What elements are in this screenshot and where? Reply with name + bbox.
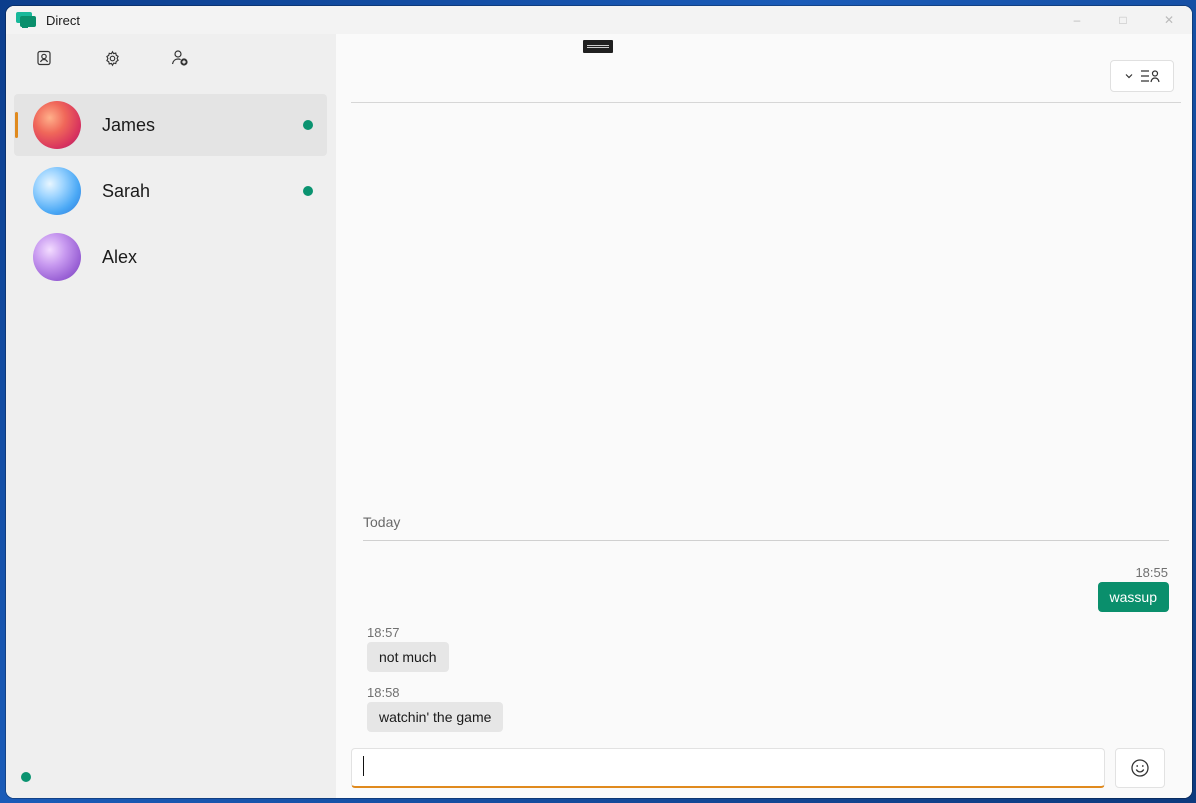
contact-item-sarah[interactable]: Sarah [14,160,327,222]
text-caret [363,756,364,776]
contact-name: Sarah [102,181,151,201]
message-timestamp: 18:58 [367,685,400,700]
contact-item-alex[interactable]: Alex [14,226,327,288]
app-logo-icon [16,12,36,28]
window-controls: – □ ✕ [1054,6,1192,34]
day-separator-line [363,540,1169,541]
avatar [33,233,81,281]
sidebar: James Sarah Alex [6,34,336,798]
contact-card-icon[interactable] [34,48,54,68]
minimize-button[interactable]: – [1054,6,1100,34]
maximize-button[interactable]: □ [1100,6,1146,34]
header-divider [351,102,1181,103]
message-timestamp: 18:55 [1135,565,1168,580]
title-bar[interactable]: Direct – □ ✕ [6,6,1192,34]
add-user-icon[interactable] [170,48,190,68]
online-indicator [303,120,313,130]
message-bubble-incoming[interactable]: watchin' the game [367,702,504,732]
sidebar-toolbar [34,48,190,68]
chevron-down-icon [1125,74,1133,79]
message-timestamp: 18:57 [367,625,400,640]
drag-handle[interactable] [583,40,613,53]
emoji-button[interactable] [1115,748,1165,788]
day-separator-label: Today [363,514,401,530]
online-indicator [303,186,313,196]
chat-pane: Today 18:55 wassup 18:57 not much 18:58 … [336,34,1192,798]
avatar [33,167,81,215]
message-input[interactable] [351,748,1105,788]
close-button[interactable]: ✕ [1146,6,1192,34]
contact-name: James [102,115,156,135]
contact-name: Alex [102,247,138,267]
gear-icon[interactable] [102,48,122,68]
emoji-icon [1131,759,1149,777]
avatar [33,101,81,149]
app-window: Direct – □ ✕ James Sarah Alex Today 18:5… [6,6,1192,798]
members-toggle-button[interactable] [1110,60,1174,92]
message-bubble-incoming[interactable]: not much [367,642,449,672]
message-bubble-outgoing[interactable]: wassup [1097,582,1169,612]
selection-indicator [15,112,18,138]
people-list-icon [1141,70,1160,83]
contact-item-james[interactable]: James [14,94,327,156]
connection-status-dot [21,772,31,782]
window-title: Direct [46,13,80,28]
